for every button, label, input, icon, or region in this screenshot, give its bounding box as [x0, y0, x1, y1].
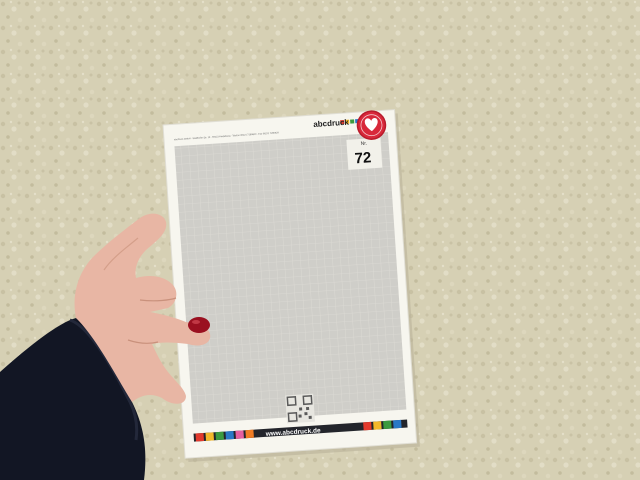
grid-area	[174, 132, 407, 424]
qr-code-icon	[285, 393, 315, 424]
notepad-card: abcdruck abcdruck GmbH · Waldhofer Str. …	[162, 109, 420, 463]
number-label: Nr.	[360, 141, 367, 147]
red-nail	[188, 317, 210, 333]
number-value: 72	[354, 149, 372, 167]
photo-scene: abcdruck abcdruck GmbH · Waldhofer Str. …	[0, 0, 640, 480]
heart-seal-icon	[356, 110, 387, 140]
